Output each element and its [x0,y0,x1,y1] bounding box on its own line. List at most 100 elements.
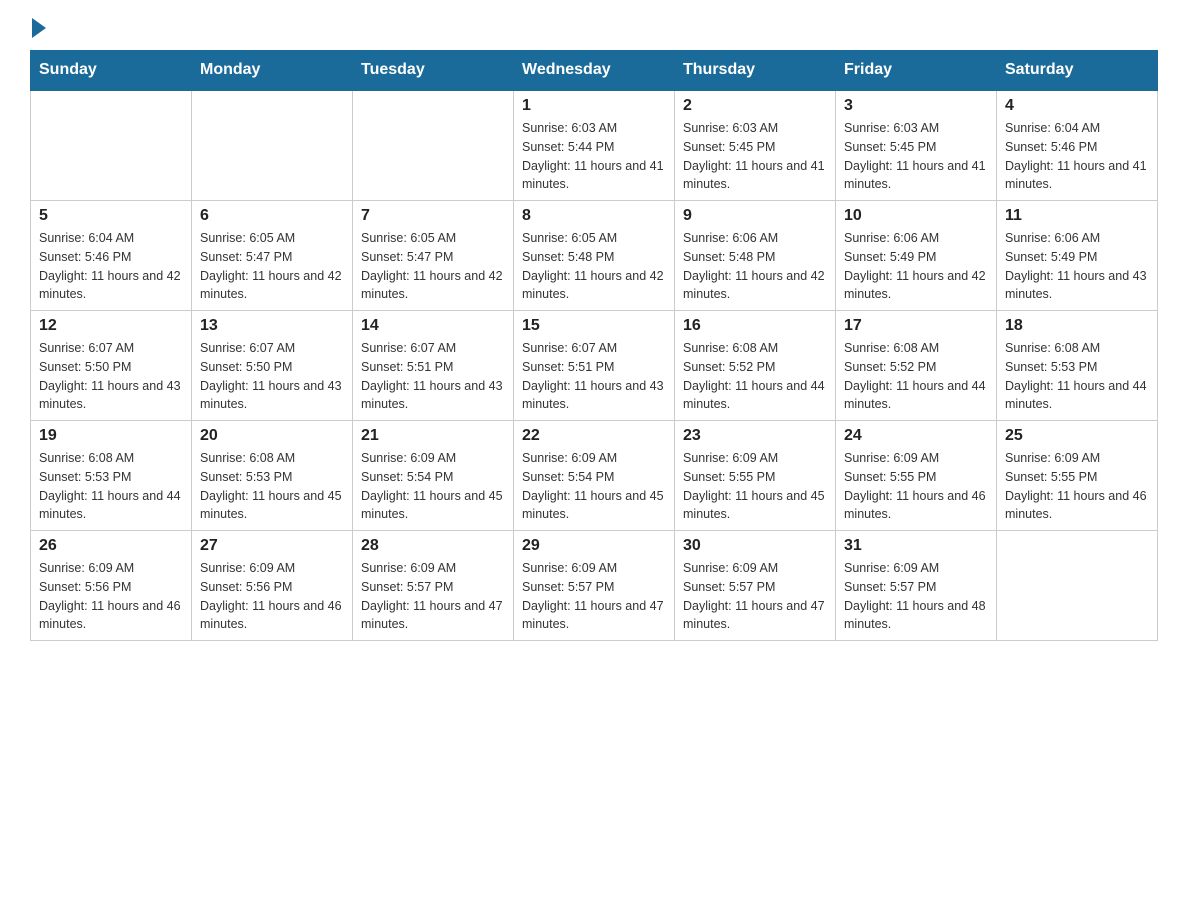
day-number: 1 [522,97,666,115]
day-number: 4 [1005,97,1149,115]
header-day-friday: Friday [836,51,997,91]
calendar-week-2: 5 Sunrise: 6:04 AM Sunset: 5:46 PM Daylig… [31,201,1158,311]
header-day-sunday: Sunday [31,51,192,91]
day-number: 14 [361,317,505,335]
day-info: Sunrise: 6:09 AM Sunset: 5:54 PM Dayligh… [361,449,505,524]
logo-triangle-icon [32,18,46,38]
day-number: 28 [361,537,505,555]
day-number: 25 [1005,427,1149,445]
day-number: 23 [683,427,827,445]
calendar-cell: 27Sunrise: 6:09 AM Sunset: 5:56 PM Dayli… [192,531,353,641]
calendar-cell: 28 Sunrise: 6:09 AM Sunset: 5:57 PM Dayli… [353,531,514,641]
day-number: 18 [1005,317,1149,335]
day-info: Sunrise: 6:09 AM Sunset: 5:57 PM Dayligh… [683,559,827,634]
calendar-cell [997,531,1158,641]
day-info: Sunrise: 6:03 AM Sunset: 5:45 PM Dayligh… [683,119,827,194]
day-number: 11 [1005,207,1149,225]
day-number: 15 [522,317,666,335]
calendar-cell: 14 Sunrise: 6:07 AM Sunset: 5:51 PM Dayli… [353,311,514,421]
day-number: 19 [39,427,183,445]
calendar-cell: 5 Sunrise: 6:04 AM Sunset: 5:46 PM Daylig… [31,201,192,311]
day-number: 8 [522,207,666,225]
calendar-cell: 23 Sunrise: 6:09 AM Sunset: 5:55 PM Dayli… [675,421,836,531]
day-info: Sunrise: 6:09 AM Sunset: 5:54 PM Dayligh… [522,449,666,524]
calendar-body: 1 Sunrise: 6:03 AM Sunset: 5:44 PM Daylig… [31,90,1158,641]
day-number: 22 [522,427,666,445]
day-number: 13 [200,317,344,335]
day-info: Sunrise: 6:04 AM Sunset: 5:46 PM Dayligh… [1005,119,1149,194]
day-number: 31 [844,537,988,555]
day-info: Sunrise: 6:09 AM Sunset: 5:57 PM Dayligh… [844,559,988,634]
day-info: Sunrise: 6:05 AM Sunset: 5:48 PM Dayligh… [522,229,666,304]
day-info: Sunrise: 6:08 AM Sunset: 5:53 PM Dayligh… [39,449,183,524]
calendar-cell: 25 Sunrise: 6:09 AM Sunset: 5:55 PM Dayli… [997,421,1158,531]
day-info: Sunrise: 6:08 AM Sunset: 5:52 PM Dayligh… [683,339,827,414]
day-info: Sunrise: 6:05 AM Sunset: 5:47 PM Dayligh… [361,229,505,304]
day-info: Sunrise: 6:09 AM Sunset: 5:56 PM Dayligh… [39,559,183,634]
calendar-week-1: 1 Sunrise: 6:03 AM Sunset: 5:44 PM Daylig… [31,90,1158,201]
calendar-cell: 22 Sunrise: 6:09 AM Sunset: 5:54 PM Dayli… [514,421,675,531]
day-info: Sunrise: 6:09 AM Sunset: 5:57 PM Dayligh… [361,559,505,634]
day-number: 16 [683,317,827,335]
calendar-cell: 4 Sunrise: 6:04 AM Sunset: 5:46 PM Daylig… [997,90,1158,201]
calendar-cell: 15 Sunrise: 6:07 AM Sunset: 5:51 PM Dayli… [514,311,675,421]
day-info: Sunrise: 6:09 AM Sunset: 5:55 PM Dayligh… [1005,449,1149,524]
day-number: 7 [361,207,505,225]
day-info: Sunrise: 6:06 AM Sunset: 5:49 PM Dayligh… [1005,229,1149,304]
day-info: Sunrise: 6:08 AM Sunset: 5:52 PM Dayligh… [844,339,988,414]
calendar-cell: 11 Sunrise: 6:06 AM Sunset: 5:49 PM Dayli… [997,201,1158,311]
day-number: 21 [361,427,505,445]
calendar-week-5: 26Sunrise: 6:09 AM Sunset: 5:56 PM Dayli… [31,531,1158,641]
day-info: Sunrise: 6:07 AM Sunset: 5:51 PM Dayligh… [361,339,505,414]
calendar-cell: 19 Sunrise: 6:08 AM Sunset: 5:53 PM Dayli… [31,421,192,531]
calendar-week-4: 19 Sunrise: 6:08 AM Sunset: 5:53 PM Dayli… [31,421,1158,531]
day-number: 20 [200,427,344,445]
calendar-cell: 17 Sunrise: 6:08 AM Sunset: 5:52 PM Dayli… [836,311,997,421]
day-number: 2 [683,97,827,115]
logo [30,20,48,40]
calendar-cell: 10Sunrise: 6:06 AM Sunset: 5:49 PM Dayli… [836,201,997,311]
day-number: 27 [200,537,344,555]
day-info: Sunrise: 6:03 AM Sunset: 5:44 PM Dayligh… [522,119,666,194]
calendar-cell [353,90,514,201]
day-info: Sunrise: 6:09 AM Sunset: 5:55 PM Dayligh… [683,449,827,524]
header-day-tuesday: Tuesday [353,51,514,91]
day-info: Sunrise: 6:09 AM Sunset: 5:57 PM Dayligh… [522,559,666,634]
day-info: Sunrise: 6:04 AM Sunset: 5:46 PM Dayligh… [39,229,183,304]
calendar-table: SundayMondayTuesdayWednesdayThursdayFrid… [30,50,1158,641]
calendar-cell: 26Sunrise: 6:09 AM Sunset: 5:56 PM Dayli… [31,531,192,641]
day-info: Sunrise: 6:07 AM Sunset: 5:50 PM Dayligh… [200,339,344,414]
calendar-cell: 9Sunrise: 6:06 AM Sunset: 5:48 PM Daylig… [675,201,836,311]
calendar-cell: 30 Sunrise: 6:09 AM Sunset: 5:57 PM Dayli… [675,531,836,641]
calendar-cell: 24 Sunrise: 6:09 AM Sunset: 5:55 PM Dayli… [836,421,997,531]
day-info: Sunrise: 6:08 AM Sunset: 5:53 PM Dayligh… [200,449,344,524]
day-number: 5 [39,207,183,225]
calendar-cell: 29Sunrise: 6:09 AM Sunset: 5:57 PM Dayli… [514,531,675,641]
calendar-cell: 20 Sunrise: 6:08 AM Sunset: 5:53 PM Dayli… [192,421,353,531]
day-info: Sunrise: 6:08 AM Sunset: 5:53 PM Dayligh… [1005,339,1149,414]
calendar-cell: 8 Sunrise: 6:05 AM Sunset: 5:48 PM Daylig… [514,201,675,311]
day-number: 24 [844,427,988,445]
calendar-cell: 3Sunrise: 6:03 AM Sunset: 5:45 PM Daylig… [836,90,997,201]
day-info: Sunrise: 6:07 AM Sunset: 5:50 PM Dayligh… [39,339,183,414]
calendar-cell [192,90,353,201]
calendar-cell: 18 Sunrise: 6:08 AM Sunset: 5:53 PM Dayli… [997,311,1158,421]
day-info: Sunrise: 6:09 AM Sunset: 5:55 PM Dayligh… [844,449,988,524]
header [30,20,1158,40]
header-row: SundayMondayTuesdayWednesdayThursdayFrid… [31,51,1158,91]
calendar-cell: 21 Sunrise: 6:09 AM Sunset: 5:54 PM Dayli… [353,421,514,531]
day-info: Sunrise: 6:07 AM Sunset: 5:51 PM Dayligh… [522,339,666,414]
day-number: 30 [683,537,827,555]
calendar-week-3: 12Sunrise: 6:07 AM Sunset: 5:50 PM Dayli… [31,311,1158,421]
day-info: Sunrise: 6:05 AM Sunset: 5:47 PM Dayligh… [200,229,344,304]
day-number: 9 [683,207,827,225]
calendar-cell: 13 Sunrise: 6:07 AM Sunset: 5:50 PM Dayli… [192,311,353,421]
calendar-cell: 2 Sunrise: 6:03 AM Sunset: 5:45 PM Daylig… [675,90,836,201]
calendar-cell: 31 Sunrise: 6:09 AM Sunset: 5:57 PM Dayli… [836,531,997,641]
calendar-cell: 7 Sunrise: 6:05 AM Sunset: 5:47 PM Daylig… [353,201,514,311]
calendar-cell: 6Sunrise: 6:05 AM Sunset: 5:47 PM Daylig… [192,201,353,311]
day-number: 17 [844,317,988,335]
day-number: 3 [844,97,988,115]
calendar-cell [31,90,192,201]
calendar-cell: 1 Sunrise: 6:03 AM Sunset: 5:44 PM Daylig… [514,90,675,201]
